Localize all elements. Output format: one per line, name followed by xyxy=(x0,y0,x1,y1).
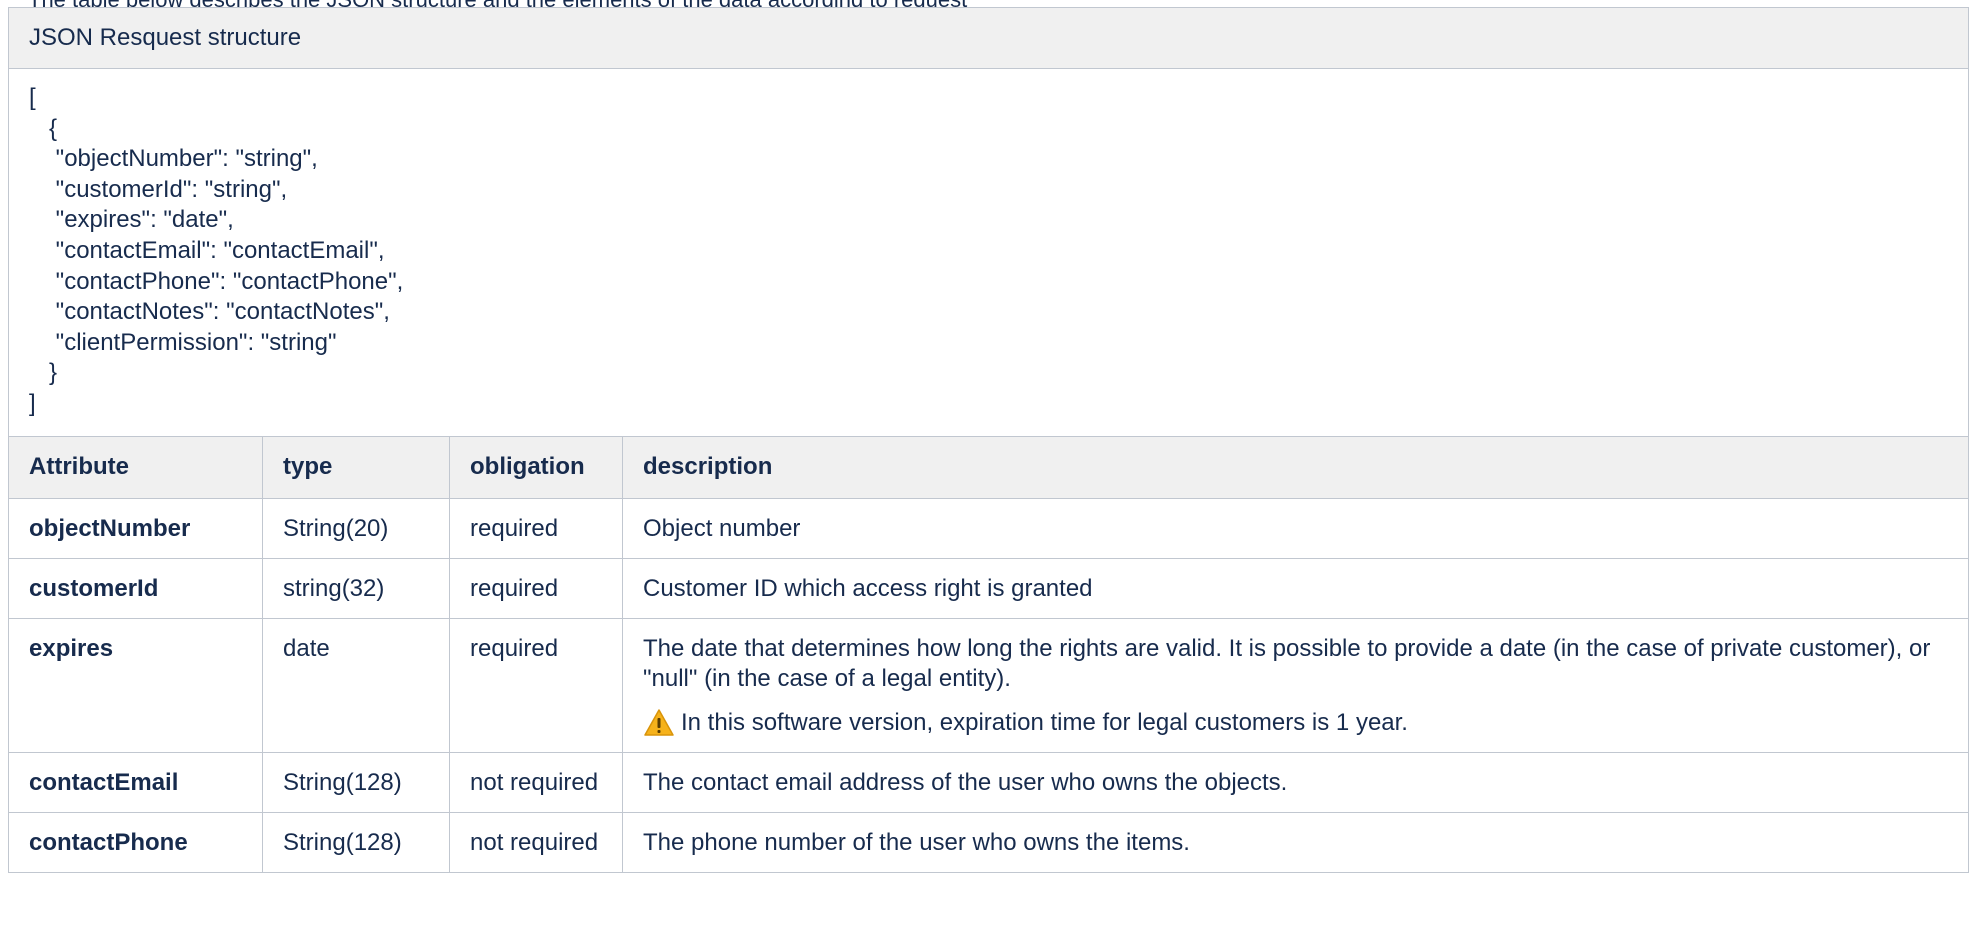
json-panel-header-row: JSON Resquest structure xyxy=(7,7,1970,69)
json-panel-title: JSON Resquest structure xyxy=(7,7,1970,69)
json-code-block: [ { "objectNumber": "string", "customerI… xyxy=(7,68,1970,437)
json-structure-table: JSON Resquest structure [ { "objectNumbe… xyxy=(7,7,1970,873)
warning-note: In this software version, expiration tim… xyxy=(643,708,1948,738)
json-line: "contactPhone": "contactPhone", xyxy=(29,267,404,295)
type-cell: string(32) xyxy=(262,557,450,619)
obligation-cell: required xyxy=(449,617,623,753)
attribute-cell: contactPhone xyxy=(8,811,263,873)
obligation-cell: not required xyxy=(449,751,623,813)
json-line: "customerId": "string", xyxy=(29,175,288,203)
table-row: contactPhone String(128) not required Th… xyxy=(8,811,1970,873)
json-line: "contactNotes": "contactNotes", xyxy=(29,298,390,326)
attribute-cell: customerId xyxy=(8,557,263,619)
table-header-row: Attribute type obligation description xyxy=(8,435,1970,499)
description-cell: The date that determines how long the ri… xyxy=(621,617,1970,753)
table-row: contactEmail String(128) not required Th… xyxy=(8,751,1970,813)
json-line: ] xyxy=(29,389,36,417)
json-line: "objectNumber": "string", xyxy=(29,145,318,173)
type-cell: date xyxy=(262,617,450,753)
json-line: { xyxy=(29,114,58,142)
table-row: objectNumber String(20) required Object … xyxy=(8,497,1970,559)
description-cell: Object number xyxy=(621,497,1970,559)
obligation-cell: not required xyxy=(449,811,623,873)
json-line: "clientPermission": "string" xyxy=(29,328,337,356)
description-text: The date that determines how long the ri… xyxy=(643,634,1931,692)
document-page: The table below describes the JSON struc… xyxy=(0,0,1975,943)
obligation-cell: required xyxy=(449,497,623,559)
attribute-cell: expires xyxy=(8,617,263,753)
column-header-description: description xyxy=(621,435,1970,499)
warning-triangle-icon xyxy=(644,708,674,736)
column-header-type: type xyxy=(262,435,450,499)
type-cell: String(20) xyxy=(262,497,450,559)
type-cell: String(128) xyxy=(262,751,450,813)
json-line: "expires": "date", xyxy=(29,206,234,234)
json-line: "contactEmail": "contactEmail", xyxy=(29,236,385,264)
description-cell: The phone number of the user who owns th… xyxy=(621,811,1970,873)
description-cell: The contact email address of the user wh… xyxy=(621,751,1970,813)
json-line: } xyxy=(29,359,58,387)
column-header-attribute: Attribute xyxy=(8,435,263,499)
json-panel-body-row: [ { "objectNumber": "string", "customerI… xyxy=(7,68,1970,437)
obligation-cell: required xyxy=(449,557,623,619)
json-line: [ xyxy=(29,84,36,111)
column-header-obligation: obligation xyxy=(449,435,623,499)
warning-note-text: In this software version, expiration tim… xyxy=(681,708,1408,736)
table-row: expires date required The date that dete… xyxy=(8,617,1970,753)
table-row: customerId string(32) required Customer … xyxy=(8,557,1970,619)
type-cell: String(128) xyxy=(262,811,450,873)
attribute-cell: objectNumber xyxy=(8,497,263,559)
description-cell: Customer ID which access right is grante… xyxy=(621,557,1970,619)
attribute-cell: contactEmail xyxy=(8,751,263,813)
